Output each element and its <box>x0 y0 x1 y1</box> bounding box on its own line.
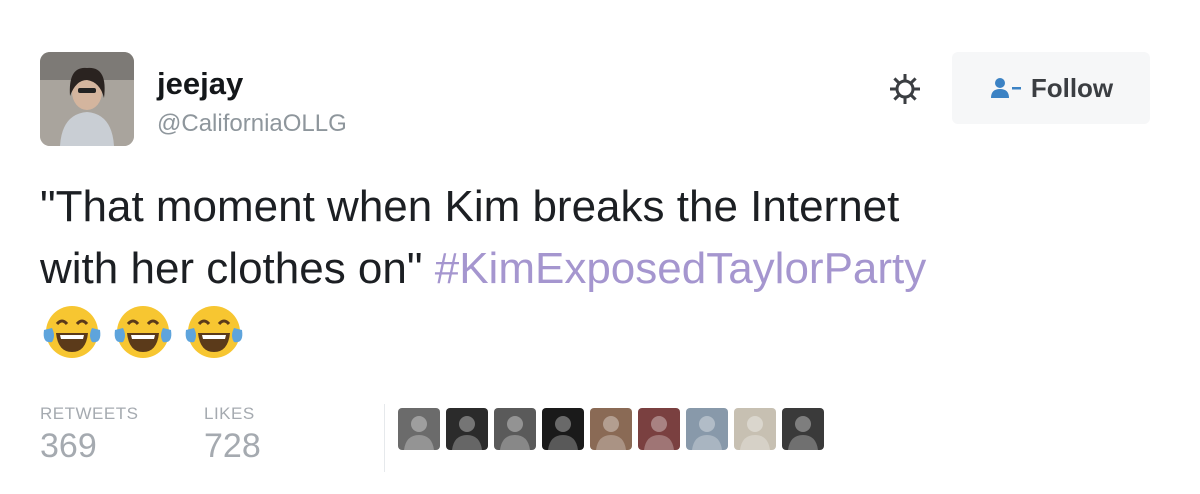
user-avatar[interactable] <box>40 52 134 146</box>
liker-avatar-icon[interactable] <box>638 408 680 450</box>
liker-avatar-icon[interactable] <box>398 408 440 450</box>
liker-avatar-icon[interactable] <box>590 408 632 450</box>
liker-avatar-icon[interactable] <box>494 408 536 450</box>
tweet-text: "That moment when Kim breaks the Interne… <box>40 176 1160 300</box>
likes-label: LIKES <box>204 404 255 423</box>
stats-divider <box>384 404 385 472</box>
liker-avatar-icon[interactable] <box>782 408 824 450</box>
liker-avatar-icon[interactable] <box>734 408 776 450</box>
user-avatar-photo-icon <box>40 52 134 146</box>
tears-of-joy-emoji-icon <box>114 306 172 358</box>
liker-avatar-icon[interactable] <box>446 408 488 450</box>
liker-avatar-icon[interactable] <box>542 408 584 450</box>
liker-avatar-icon[interactable] <box>686 408 728 450</box>
emoji-row <box>40 300 246 364</box>
liker-avatars <box>398 408 824 450</box>
retweets-count[interactable]: 369 <box>40 427 97 466</box>
retweets-label: RETWEETS <box>40 404 139 423</box>
tweet-text-line2: with her clothes on" <box>40 244 423 293</box>
tears-of-joy-emoji-icon <box>185 306 243 358</box>
tweet-text-line1: "That moment when Kim breaks the Interne… <box>40 182 900 231</box>
gear-icon[interactable] <box>888 72 922 106</box>
likes-count[interactable]: 728 <box>204 427 261 466</box>
hashtag-link[interactable]: #KimExposedTaylorParty <box>435 244 927 293</box>
user-display-name[interactable]: jeejay <box>157 66 243 102</box>
user-handle[interactable]: @CaliforniaOLLG <box>157 110 347 138</box>
follow-label: Follow <box>1030 72 1114 103</box>
tears-of-joy-emoji-icon <box>43 306 101 358</box>
follow-button[interactable]: Follow <box>952 52 1150 124</box>
person-plus-icon <box>990 78 1021 98</box>
